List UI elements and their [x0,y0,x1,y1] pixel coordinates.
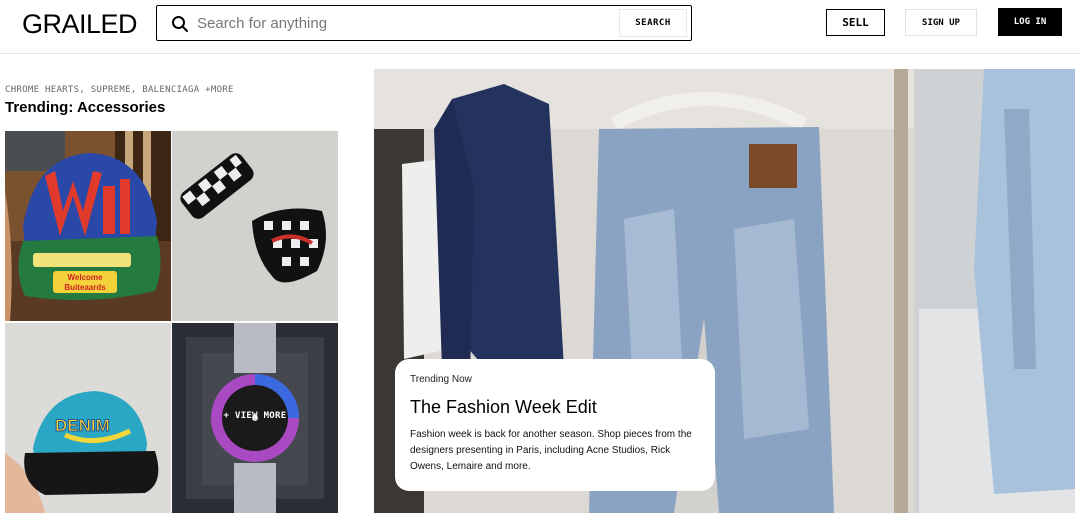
search-icon [172,16,188,32]
hero-card[interactable]: Trending Now The Fashion Week Edit Fashi… [395,359,715,491]
denim-cap-icon: DENIM [5,323,171,513]
search-bar[interactable]: SEARCH [156,5,692,41]
cap-text-1: Welcome [68,273,104,282]
product-tile-denim-cap[interactable]: DENIM [5,323,171,513]
checkered-bandana-icon [172,131,338,321]
search-button[interactable]: SEARCH [619,9,687,37]
hero-title[interactable]: The Fashion Week Edit [410,397,701,418]
hero-banner[interactable]: Trending Now The Fashion Week Edit Fashi… [374,69,1075,513]
product-tile-bandana[interactable] [172,131,338,321]
search-input[interactable] [197,10,657,36]
trending-title[interactable]: Trending: Accessories [5,99,165,116]
hero-eyebrow: Trending Now [410,374,472,385]
cap-icon: Welcome Buiteaards [5,131,171,321]
log-in-button[interactable]: LOG IN [998,8,1062,36]
view-more-link[interactable]: + VIEW MORE [172,411,338,421]
sell-button[interactable]: SELL [826,9,885,36]
product-tile-cap[interactable]: Welcome Buiteaards [5,131,171,321]
product-tile-watch[interactable]: + VIEW MORE [172,323,338,513]
grailed-logo[interactable]: GRAILED [22,9,138,40]
site-header: GRAILED SEARCH SELL SIGN UP LOG IN [0,0,1080,54]
denim-cap-text: DENIM [55,416,110,435]
cap-text-2: Buiteaards [64,283,106,292]
trending-brands[interactable]: CHROME HEARTS, SUPREME, BALENCIAGA +MORE [5,85,234,95]
sign-up-button[interactable]: SIGN UP [905,9,977,36]
hero-description: Fashion week is back for another season.… [410,429,692,472]
